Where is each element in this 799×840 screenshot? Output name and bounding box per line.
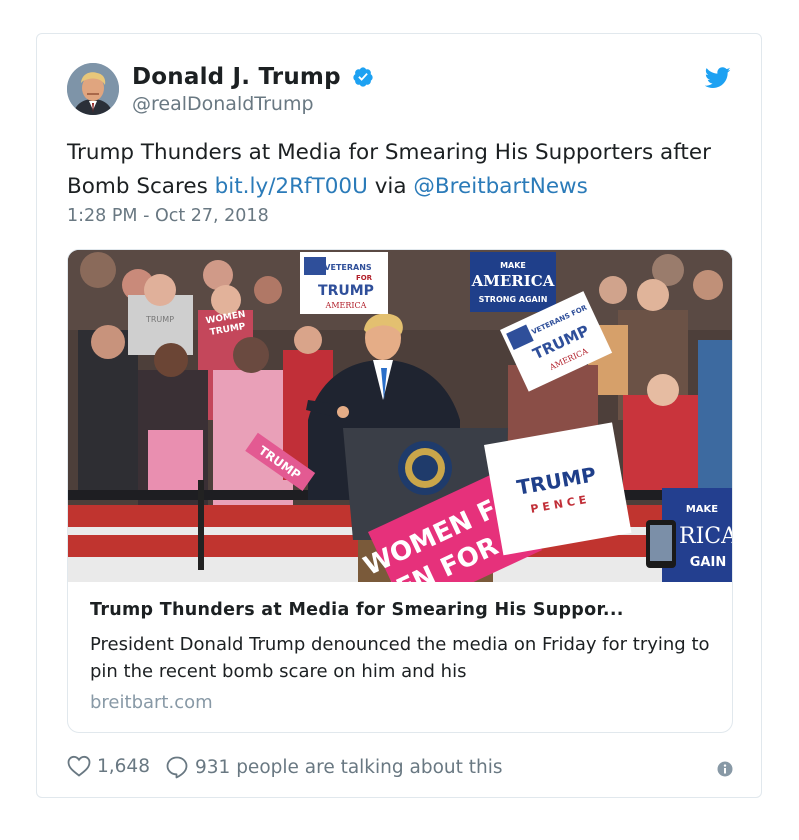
sign-maga-make: MAKE — [500, 261, 526, 270]
conversation-text[interactable]: 931 people are talking about this — [195, 757, 503, 778]
sign-right-rica: RICA — [679, 524, 733, 549]
sign-veterans-for: FOR — [356, 274, 373, 282]
sign-maga-strong: STRONG AGAIN — [479, 295, 548, 304]
card-domain[interactable]: breitbart.com — [90, 692, 213, 713]
tweet-link[interactable]: bit.ly/2RfT00U — [215, 174, 368, 199]
sign-veterans-bottom: AMERICA — [325, 301, 367, 310]
sign-maga-america: AMERICA — [471, 272, 555, 290]
shirt-text-1: TRUMP — [145, 315, 174, 324]
sign-veterans-trump: TRUMP — [318, 283, 374, 299]
tweet-timestamp[interactable]: 1:28 PM - Oct 27, 2018 — [67, 206, 269, 226]
conversation-action[interactable]: 931 people are talking about this — [165, 755, 503, 779]
tweet-mention[interactable]: @BreitbartNews — [413, 174, 587, 199]
tweet-text: Trump Thunders at Media for Smearing His… — [67, 136, 727, 204]
like-count[interactable]: 1,648 — [97, 756, 150, 777]
twitter-bird-icon[interactable] — [705, 67, 731, 89]
info-icon[interactable] — [717, 761, 733, 777]
sign-right-gain: GAIN — [690, 555, 726, 570]
card-image[interactable]: VETERANS FOR TRUMP AMERICA MAKE AMERICA … — [68, 250, 733, 582]
display-name[interactable]: Donald J. Trump — [132, 64, 341, 90]
user-name-block: Donald J. Trump @realDonaldTrump — [132, 64, 374, 115]
user-handle[interactable]: @realDonaldTrump — [132, 93, 374, 115]
tweet-footer: 1,648 931 people are talking about this — [67, 755, 733, 781]
speech-bubble-icon[interactable] — [165, 755, 189, 779]
tweet-via: via — [367, 174, 414, 199]
verified-badge-icon — [353, 67, 373, 87]
sign-veterans-top: VETERANS — [324, 263, 372, 272]
sign-right-make: MAKE — [686, 504, 718, 515]
card-description: President Donald Trump denounced the med… — [90, 634, 710, 682]
link-card[interactable]: VETERANS FOR TRUMP AMERICA MAKE AMERICA … — [67, 249, 733, 733]
avatar[interactable] — [67, 63, 119, 115]
heart-icon[interactable] — [67, 755, 91, 777]
like-action[interactable]: 1,648 — [67, 755, 150, 777]
card-title[interactable]: Trump Thunders at Media for Smearing His… — [90, 600, 710, 620]
avatar-portrait — [67, 63, 119, 115]
embedded-tweet: Donald J. Trump @realDonaldTrump Trump T… — [36, 33, 762, 798]
